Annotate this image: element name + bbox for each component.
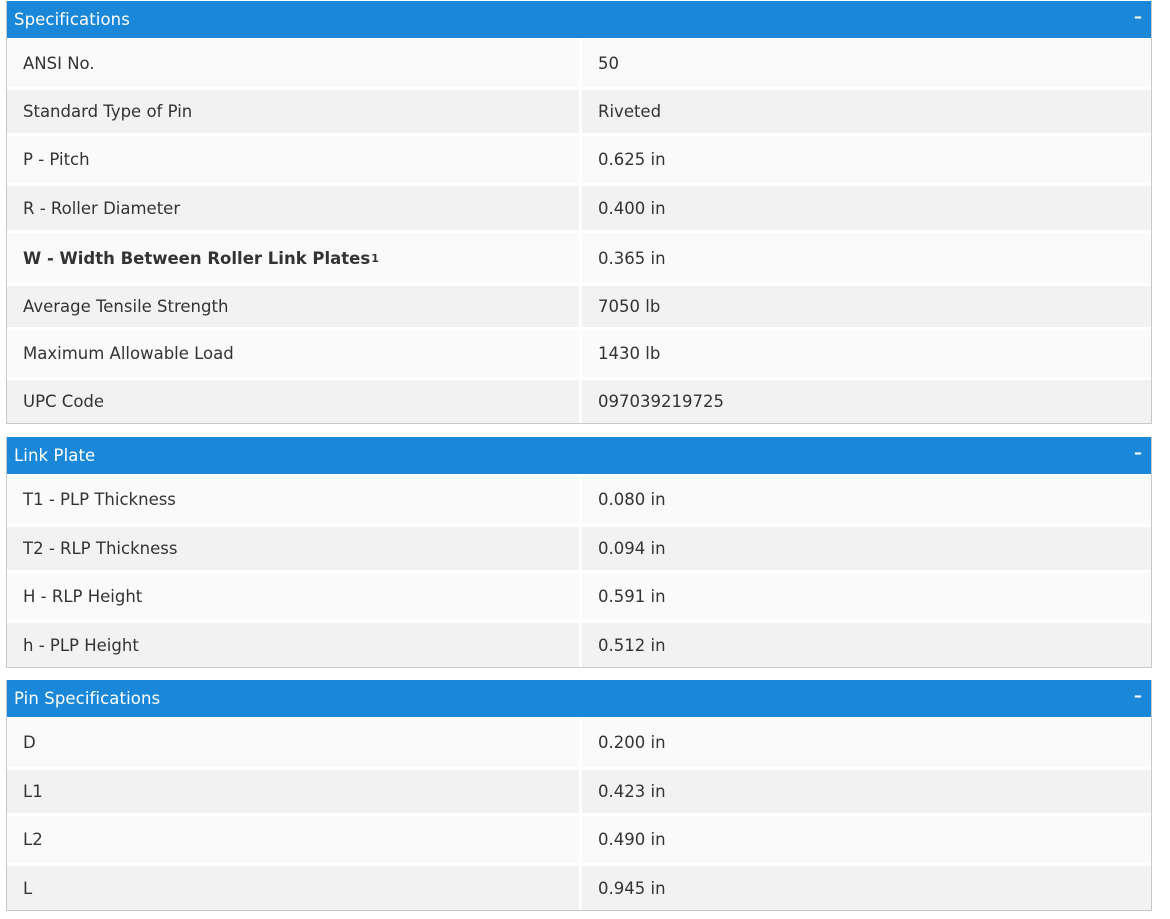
table-row: Average Tensile Strength 7050 lb: [7, 286, 1151, 327]
table-row: L2 0.490 in: [7, 816, 1151, 863]
collapse-icon[interactable]: –: [1134, 8, 1142, 25]
row-value: 0.945 in: [582, 866, 1151, 910]
row-value: 0.625 in: [582, 136, 1151, 183]
table-row: T1 - PLP Thickness 0.080 in: [7, 475, 1151, 524]
row-label: Maximum Allowable Load: [7, 330, 579, 377]
table-row: UPC Code 097039219725: [7, 380, 1151, 423]
row-label: L2: [7, 816, 579, 863]
row-label: Standard Type of Pin: [7, 90, 579, 133]
table-row: ANSI No. 50: [7, 39, 1151, 87]
specifications-panel-header[interactable]: Specifications –: [7, 1, 1151, 38]
table-row: R - Roller Diameter 0.400 in: [7, 186, 1151, 230]
table-row: H - RLP Height 0.591 in: [7, 573, 1151, 620]
row-label-with-footnote: W - Width Between Roller Link Plates 1: [7, 233, 579, 283]
specifications-panel: Specifications – ANSI No. 50 Standard Ty…: [6, 1, 1152, 424]
row-value: 50: [582, 39, 1151, 87]
table-row: P - Pitch 0.625 in: [7, 136, 1151, 183]
panel-title: Link Plate: [14, 446, 96, 465]
row-value: 0.094 in: [582, 527, 1151, 570]
row-label: L: [7, 866, 579, 910]
table-row: h - PLP Height 0.512 in: [7, 623, 1151, 667]
row-value: 0.365 in: [582, 233, 1151, 283]
row-value: 0.591 in: [582, 573, 1151, 620]
table-row: W - Width Between Roller Link Plates 1 0.…: [7, 233, 1151, 283]
pin-specifications-panel: Pin Specifications – D 0.200 in L1 0.423…: [6, 680, 1152, 911]
row-value: 0.400 in: [582, 186, 1151, 230]
row-label: H - RLP Height: [7, 573, 579, 620]
link-plate-panel-header[interactable]: Link Plate –: [7, 437, 1151, 474]
row-label: h - PLP Height: [7, 623, 579, 667]
panel-title: Pin Specifications: [14, 689, 161, 708]
row-label: ANSI No.: [7, 39, 579, 87]
row-label: R - Roller Diameter: [7, 186, 579, 230]
row-label: Average Tensile Strength: [7, 286, 579, 327]
panel-title: Specifications: [14, 10, 130, 29]
table-row: Standard Type of Pin Riveted: [7, 90, 1151, 133]
row-value: 7050 lb: [582, 286, 1151, 327]
row-label: T2 - RLP Thickness: [7, 527, 579, 570]
row-value: 0.512 in: [582, 623, 1151, 667]
table-row: D 0.200 in: [7, 718, 1151, 767]
row-label: L1: [7, 770, 579, 813]
row-value: 097039219725: [582, 380, 1151, 423]
row-value: 1430 lb: [582, 330, 1151, 377]
row-value: 0.080 in: [582, 475, 1151, 524]
row-value: Riveted: [582, 90, 1151, 133]
link-plate-table: T1 - PLP Thickness 0.080 in T2 - RLP Thi…: [7, 474, 1151, 667]
table-row: L 0.945 in: [7, 866, 1151, 910]
table-row: L1 0.423 in: [7, 770, 1151, 813]
link-plate-panel: Link Plate – T1 - PLP Thickness 0.080 in…: [6, 437, 1152, 668]
row-label: P - Pitch: [7, 136, 579, 183]
row-label: T1 - PLP Thickness: [7, 475, 579, 524]
footnote-marker: 1: [371, 251, 379, 265]
table-row: T2 - RLP Thickness 0.094 in: [7, 527, 1151, 570]
row-label: UPC Code: [7, 380, 579, 423]
pin-specifications-panel-header[interactable]: Pin Specifications –: [7, 680, 1151, 717]
row-value: 0.423 in: [582, 770, 1151, 813]
collapse-icon[interactable]: –: [1134, 444, 1142, 461]
row-value: 0.490 in: [582, 816, 1151, 863]
table-row: Maximum Allowable Load 1430 lb: [7, 330, 1151, 377]
row-label: D: [7, 718, 579, 767]
collapse-icon[interactable]: –: [1134, 687, 1142, 704]
row-value: 0.200 in: [582, 718, 1151, 767]
specifications-table: ANSI No. 50 Standard Type of Pin Riveted…: [7, 38, 1151, 423]
pin-specifications-table: D 0.200 in L1 0.423 in L2 0.490 in L 0.9…: [7, 717, 1151, 910]
row-label: W - Width Between Roller Link Plates: [23, 248, 371, 268]
